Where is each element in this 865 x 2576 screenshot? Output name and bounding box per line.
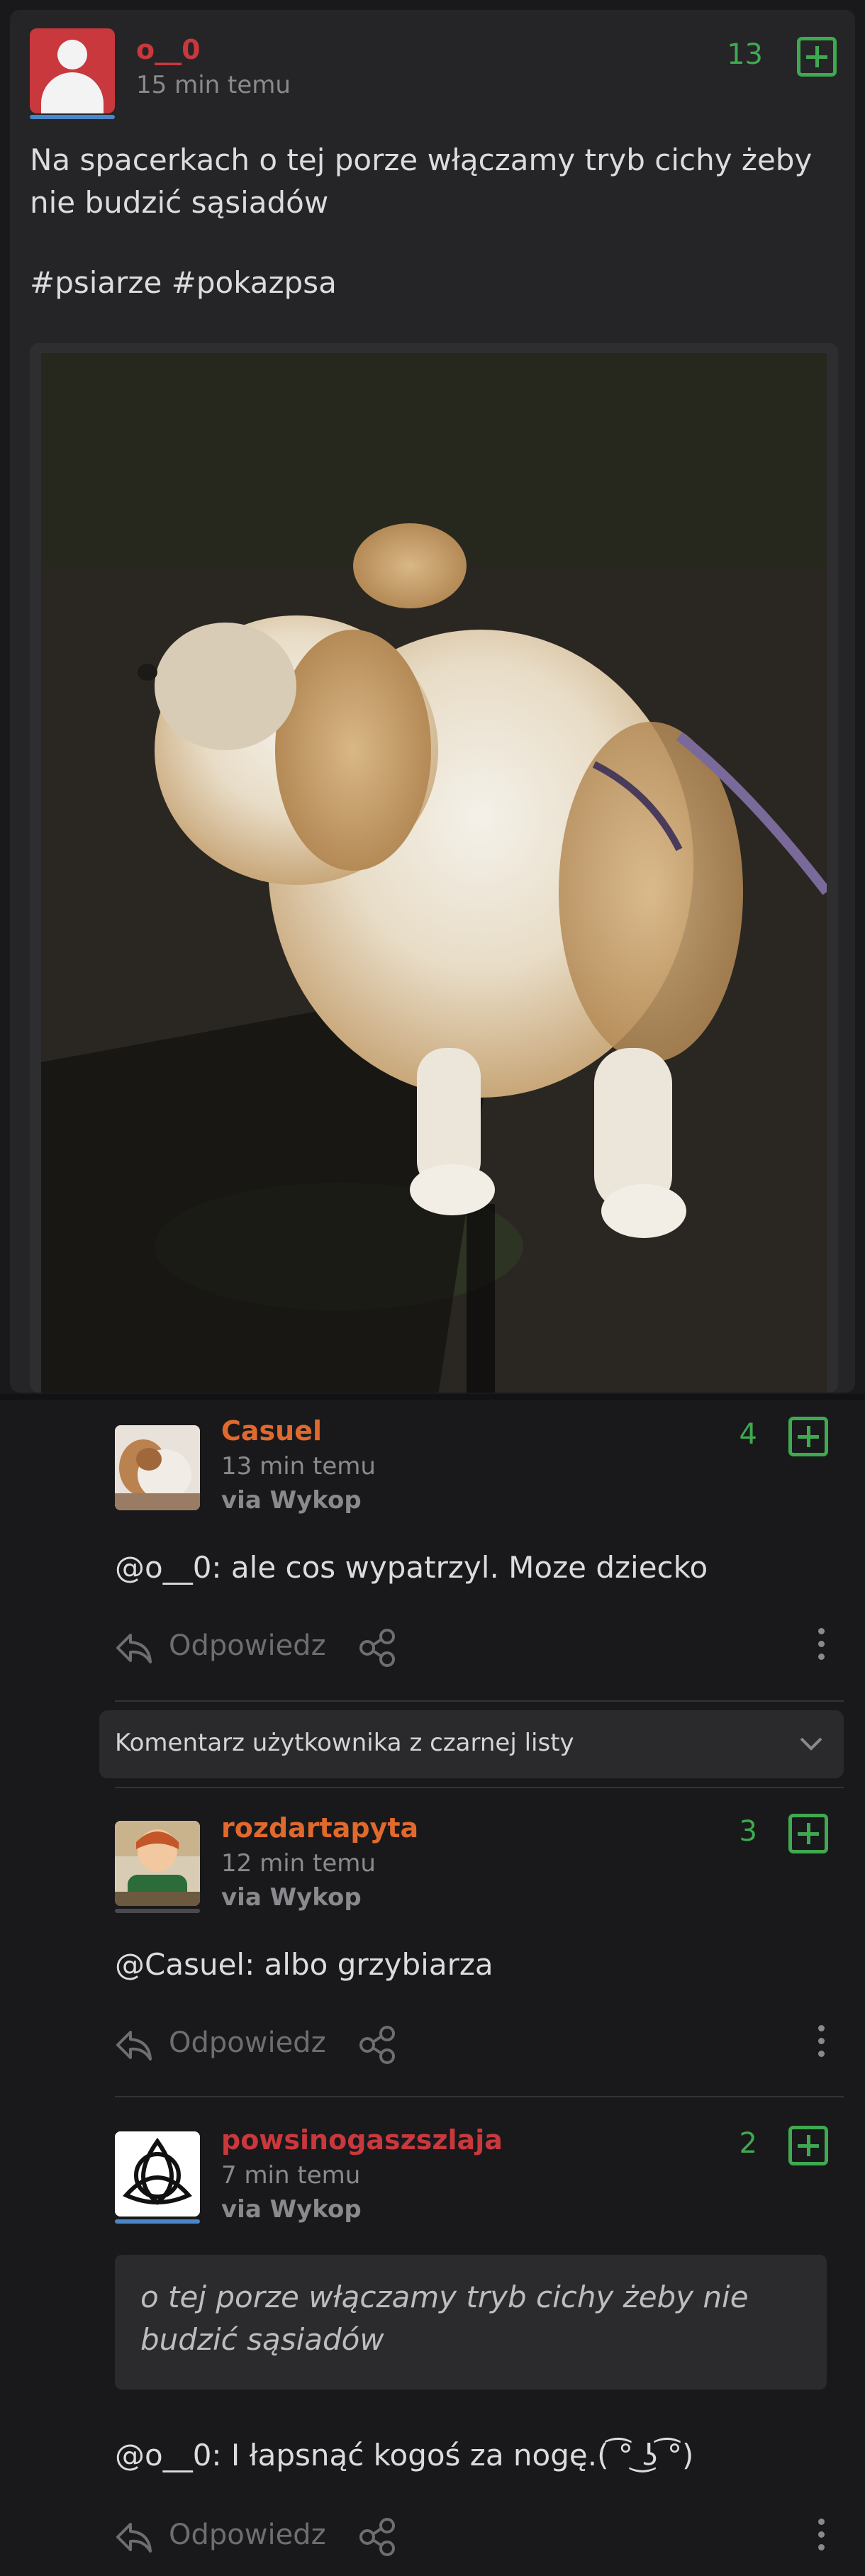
commenter-avatar[interactable]: [115, 1821, 200, 1906]
comment-via: via Wykop: [221, 1883, 362, 1912]
share-icon[interactable]: [356, 2024, 398, 2066]
reply-button[interactable]: Odpowiedz: [169, 1629, 326, 1662]
reply-button[interactable]: Odpowiedz: [169, 2519, 326, 2551]
thread-separator: [0, 1394, 865, 1400]
author-name[interactable]: o__0: [136, 34, 201, 65]
entry-tags[interactable]: #psiarze #pokazpsa: [30, 265, 337, 300]
quote-block: o tej porze włączamy tryb cichy żeby nie…: [115, 2255, 827, 2390]
avatar-underline: [115, 1909, 200, 1913]
reply-arrow-icon[interactable]: [115, 1629, 153, 1668]
comment-via: via Wykop: [221, 1486, 362, 1515]
gender-indicator: [30, 115, 115, 119]
comment-body: @Casuel: albo grzybiarza: [115, 1947, 493, 1982]
plus-icon[interactable]: [797, 37, 837, 77]
comment-author[interactable]: rozdartapyta: [221, 1812, 418, 1844]
comment-vote-count: 2: [739, 2127, 757, 2160]
plus-icon[interactable]: [788, 2126, 828, 2165]
comment-author[interactable]: powsinogaszszlaja: [221, 2124, 503, 2156]
entry-body: Na spacerkach o tej porze włączamy tryb …: [30, 143, 813, 220]
plus-icon[interactable]: [788, 1417, 828, 1456]
reply-arrow-icon[interactable]: [115, 2026, 153, 2065]
blacklisted-comment[interactable]: Komentarz użytkownika z czarnej listy: [99, 1710, 844, 1778]
comment-body: @o__0: ale cos wypatrzyl. Moze dziecko: [115, 1550, 708, 1585]
commenter-avatar[interactable]: [115, 1425, 200, 1510]
comment-divider: [115, 1700, 844, 1702]
quote-text: o tej porze włączamy tryb cichy żeby nie…: [140, 2280, 749, 2357]
comment-time[interactable]: 12 min temu: [221, 1849, 376, 1878]
comment-divider: [115, 2096, 844, 2097]
entry-image[interactable]: [30, 343, 838, 1393]
comment-time[interactable]: 13 min temu: [221, 1452, 376, 1481]
more-vertical-icon[interactable]: [818, 2025, 825, 2063]
more-vertical-icon[interactable]: [818, 2519, 825, 2557]
gender-indicator: [115, 2219, 200, 2224]
plus-icon[interactable]: [788, 1814, 828, 1853]
chevron-down-icon[interactable]: [797, 1730, 825, 1758]
commenter-avatar[interactable]: [115, 2131, 200, 2217]
blacklisted-label: Komentarz użytkownika z czarnej listy: [115, 1729, 574, 1757]
more-vertical-icon[interactable]: [818, 1628, 825, 1666]
author-avatar[interactable]: [30, 28, 115, 113]
reply-button[interactable]: Odpowiedz: [169, 2026, 326, 2059]
vote-count: 13: [727, 38, 763, 71]
comment-author[interactable]: Casuel: [221, 1415, 322, 1446]
reply-arrow-icon[interactable]: [115, 2519, 153, 2557]
dog-photo: [41, 353, 827, 1393]
comment-vote-count: 4: [739, 1418, 757, 1451]
comment-time[interactable]: 7 min temu: [221, 2161, 360, 2190]
post-time[interactable]: 15 min temu: [136, 71, 291, 99]
comment-divider: [115, 1787, 844, 1788]
share-icon[interactable]: [356, 1627, 398, 1669]
comment-body: @o__0: I łapsnąć kogoś za nogę.( ͡° ͜ʖ ͡…: [115, 2438, 694, 2472]
share-icon[interactable]: [356, 2516, 398, 2558]
comment-vote-count: 3: [739, 1815, 757, 1848]
comment-via: via Wykop: [221, 2195, 362, 2224]
